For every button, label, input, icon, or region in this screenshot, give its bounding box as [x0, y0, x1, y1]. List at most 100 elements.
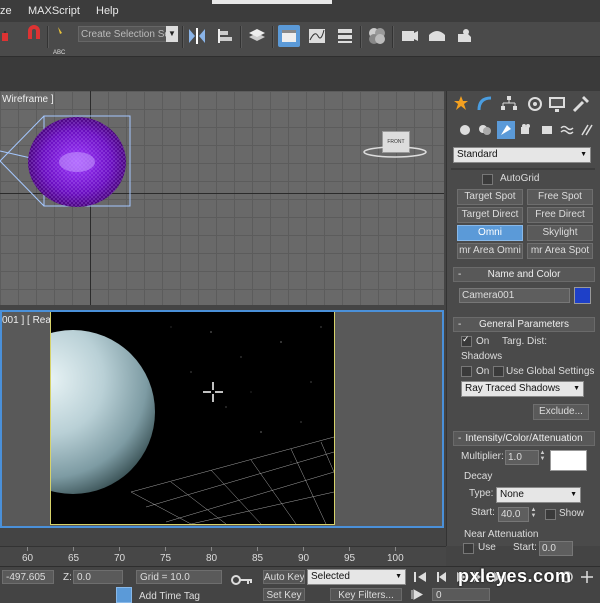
geometry-category-icon[interactable]	[457, 122, 473, 138]
viewport-front-wireframe[interactable]: Wireframe ] FRONT	[0, 91, 444, 305]
viewcube-ring-icon[interactable]	[362, 145, 428, 159]
category-dropdown-value: Standard	[457, 149, 498, 160]
utilities-tab-icon[interactable]	[571, 94, 591, 114]
display-tab-icon[interactable]	[547, 94, 567, 114]
object-color-swatch[interactable]	[574, 287, 591, 304]
chevron-down-icon: ▼	[580, 151, 587, 158]
render-frame-window-icon[interactable]	[426, 25, 448, 47]
decay-type-label: Type:	[469, 488, 494, 499]
decay-start-label: Start:	[471, 507, 495, 518]
previous-frame-icon[interactable]	[432, 570, 448, 584]
schematic-view-icon[interactable]	[334, 25, 356, 47]
viewport-camera-realistic[interactable]: 001 ] [ Realistic ]	[0, 310, 444, 528]
light-color-swatch[interactable]	[550, 450, 587, 471]
space-warps-category-icon[interactable]	[559, 122, 575, 138]
category-dropdown[interactable]: Standard ▼	[453, 147, 591, 163]
decay-show-label: Show	[559, 508, 585, 519]
selection-set-input[interactable]: Create Selection Se	[78, 26, 178, 42]
bind-space-warp-icon[interactable]	[24, 25, 46, 47]
render-setup-icon[interactable]	[398, 25, 420, 47]
key-selection-dropdown[interactable]: Selected ▼	[307, 569, 406, 585]
timeline-tick-label: 60	[22, 553, 34, 564]
multiplier-input[interactable]: 1.0	[505, 450, 539, 465]
lights-category-icon[interactable]	[497, 121, 515, 139]
use-global-settings-label: Use Global Settings	[506, 366, 595, 377]
current-frame-input[interactable]: 0	[432, 588, 490, 601]
timeline-tick-label: 95	[344, 553, 356, 564]
material-editor-icon[interactable]	[366, 25, 388, 47]
rollout-general-parameters[interactable]: - General Parameters	[453, 317, 595, 332]
near-attenuation-label: Near Attenuation	[464, 529, 539, 540]
multiplier-spinner-icon[interactable]: ▲ ▼	[539, 450, 546, 463]
timeline-tick	[211, 547, 212, 551]
shadow-type-value: Ray Traced Shadows	[465, 383, 561, 394]
decay-start-spinner-icon[interactable]: ▲ ▼	[530, 507, 537, 520]
layer-manager-icon[interactable]	[246, 25, 268, 47]
motion-tab-icon[interactable]	[525, 94, 545, 114]
autogrid-checkbox[interactable]	[482, 174, 493, 185]
z-coordinate-field[interactable]: 0.0	[73, 570, 123, 584]
decay-group-label: Decay	[464, 471, 493, 482]
create-tab-icon[interactable]	[451, 94, 471, 114]
near-attenuation-use-label: Use	[478, 542, 496, 553]
decay-show-checkbox[interactable]	[545, 509, 556, 520]
key-mode-toggle-icon[interactable]	[410, 589, 424, 600]
use-global-settings-checkbox[interactable]	[493, 366, 504, 377]
menu-item-help[interactable]: Help	[96, 5, 119, 17]
pan-view-icon[interactable]	[580, 570, 594, 584]
toolbar-separator	[392, 26, 394, 48]
modify-tab-icon[interactable]	[475, 94, 495, 114]
set-key-button[interactable]: Set Key	[263, 588, 305, 601]
mr-area-spot-button[interactable]: mr Area Spot	[527, 243, 593, 259]
curve-editor-icon[interactable]	[306, 25, 328, 47]
target-spot-button[interactable]: Target Spot	[457, 189, 523, 205]
y-coordinate-field[interactable]: -497.605	[2, 570, 54, 584]
free-spot-button[interactable]: Free Spot	[527, 189, 593, 205]
shadow-type-dropdown[interactable]: Ray Traced Shadows ▼	[461, 381, 584, 397]
timeline-ruler[interactable]: 60 65 70 75 80 85 90 95 100	[0, 546, 446, 567]
mirror-icon[interactable]	[186, 25, 208, 47]
target-direct-button[interactable]: Target Direct	[457, 207, 523, 223]
time-tag-icon[interactable]	[116, 587, 132, 603]
skylight-button[interactable]: Skylight	[527, 225, 593, 241]
near-attenuation-start-label: Start:	[513, 542, 537, 553]
unlink-icon[interactable]	[0, 25, 22, 47]
omni-button[interactable]: Omni	[457, 225, 523, 241]
decay-start-input[interactable]: 40.0	[498, 507, 529, 522]
free-direct-button[interactable]: Free Direct	[527, 207, 593, 223]
set-key-mode-icon[interactable]	[230, 573, 254, 587]
shadows-on-label: On	[476, 366, 490, 377]
cameras-category-icon[interactable]	[519, 122, 535, 138]
mr-area-omni-button[interactable]: mr Area Omni	[457, 243, 523, 259]
timeline-tick-label: 70	[114, 553, 126, 564]
go-to-start-icon[interactable]	[412, 570, 428, 584]
spell-check-icon[interactable]	[50, 25, 72, 47]
timeline-tick	[257, 547, 258, 551]
rollout-intensity-color-attenuation[interactable]: - Intensity/Color/Attenuation	[453, 431, 595, 446]
render-production-icon[interactable]	[454, 25, 476, 47]
menu-item-partial[interactable]: ze	[0, 5, 12, 17]
systems-category-icon[interactable]	[579, 122, 595, 138]
rollout-name-and-color[interactable]: - Name and Color	[453, 267, 595, 282]
timeline-tick	[349, 547, 350, 551]
light-on-checkbox[interactable]	[461, 334, 472, 347]
add-time-tag-label[interactable]: Add Time Tag	[139, 591, 200, 602]
decay-type-dropdown[interactable]: None ▼	[496, 487, 581, 503]
chevron-down-icon[interactable]: ▼	[166, 26, 178, 42]
object-name-input[interactable]: Camera001	[459, 288, 570, 303]
shadows-on-checkbox[interactable]	[461, 366, 472, 377]
exclude-button[interactable]: Exclude...	[533, 404, 589, 420]
helpers-category-icon[interactable]	[539, 122, 555, 138]
sphere-wireframe[interactable]	[26, 115, 128, 209]
hierarchy-tab-icon[interactable]	[499, 94, 519, 114]
near-attenuation-use-checkbox[interactable]	[463, 543, 474, 554]
rollout-title: Intensity/Color/Attenuation	[465, 433, 583, 444]
viewport-label[interactable]: Wireframe ]	[2, 94, 54, 105]
near-attenuation-start-input[interactable]: 0.0	[539, 541, 573, 556]
scene-explorer-icon[interactable]	[278, 25, 300, 47]
auto-key-button[interactable]: Auto Key	[263, 570, 305, 584]
key-filters-button[interactable]: Key Filters...	[330, 588, 402, 601]
menu-item-maxscript[interactable]: MAXScript	[28, 5, 80, 17]
shapes-category-icon[interactable]	[477, 122, 493, 138]
align-icon[interactable]	[214, 25, 236, 47]
